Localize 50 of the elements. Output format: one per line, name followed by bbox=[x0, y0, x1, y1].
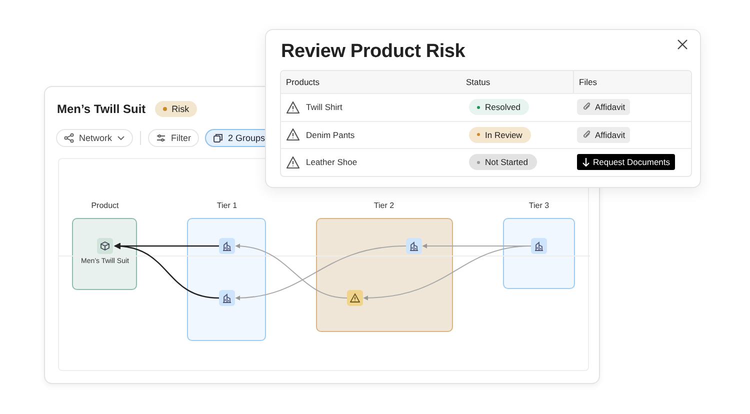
box-icon bbox=[100, 240, 110, 251]
supplier-node[interactable] bbox=[219, 290, 235, 306]
column-header: Status bbox=[465, 77, 492, 87]
status-dot bbox=[162, 106, 167, 111]
product-node[interactable] bbox=[97, 238, 113, 254]
building-icon bbox=[222, 292, 232, 303]
product-title: Men’s Twill Suit bbox=[57, 102, 146, 116]
column-title: Product bbox=[90, 200, 120, 210]
column-header: Products bbox=[285, 77, 321, 87]
supplier-node[interactable] bbox=[219, 238, 235, 254]
product-name: Denim Pants bbox=[306, 130, 355, 140]
column-title: Tier 3 bbox=[528, 200, 550, 210]
warning-node[interactable] bbox=[347, 290, 363, 306]
risk-badge: Risk bbox=[154, 100, 198, 117]
product-name: Twill Shirt bbox=[306, 102, 342, 112]
request-documents-button[interactable]: Request Documents bbox=[577, 154, 676, 170]
supplier-node[interactable] bbox=[406, 238, 422, 254]
tier-group bbox=[503, 218, 575, 289]
filter-button[interactable]: Filter bbox=[148, 128, 200, 147]
close-icon bbox=[677, 39, 688, 50]
warning-icon bbox=[286, 128, 300, 142]
column-title: Tier 2 bbox=[372, 200, 396, 210]
status-dot bbox=[477, 133, 480, 136]
supplier-node[interactable] bbox=[531, 238, 547, 254]
arrow-down-icon bbox=[582, 157, 590, 168]
attachment-chip[interactable]: Affidavit bbox=[577, 126, 630, 143]
network-icon bbox=[64, 132, 74, 143]
product-name: Leather Shoe bbox=[306, 157, 358, 168]
dialog-title: Review Product Risk bbox=[281, 41, 466, 63]
building-icon bbox=[222, 240, 232, 251]
paperclip-icon bbox=[582, 130, 592, 140]
building-icon bbox=[534, 240, 544, 251]
warning-icon bbox=[286, 100, 300, 114]
attachment-chip[interactable]: Affidavit bbox=[577, 99, 630, 116]
warning-icon bbox=[286, 156, 300, 169]
status-badge: Not Started bbox=[469, 154, 537, 170]
dropdown-button[interactable]: Network bbox=[56, 128, 134, 147]
status-dot bbox=[477, 106, 480, 109]
column-title: Tier 1 bbox=[216, 200, 238, 210]
status-badge: In Review bbox=[469, 126, 532, 143]
paperclip-icon bbox=[582, 102, 592, 112]
close-button[interactable] bbox=[677, 39, 688, 50]
building-icon bbox=[409, 240, 419, 251]
status-badge: Resolved bbox=[469, 99, 530, 116]
layers-icon bbox=[213, 132, 224, 143]
warning-icon bbox=[350, 292, 360, 303]
sliders-icon bbox=[156, 132, 166, 143]
caret-icon bbox=[117, 134, 126, 142]
column-header: Files bbox=[573, 71, 691, 93]
status-dot bbox=[477, 160, 480, 164]
